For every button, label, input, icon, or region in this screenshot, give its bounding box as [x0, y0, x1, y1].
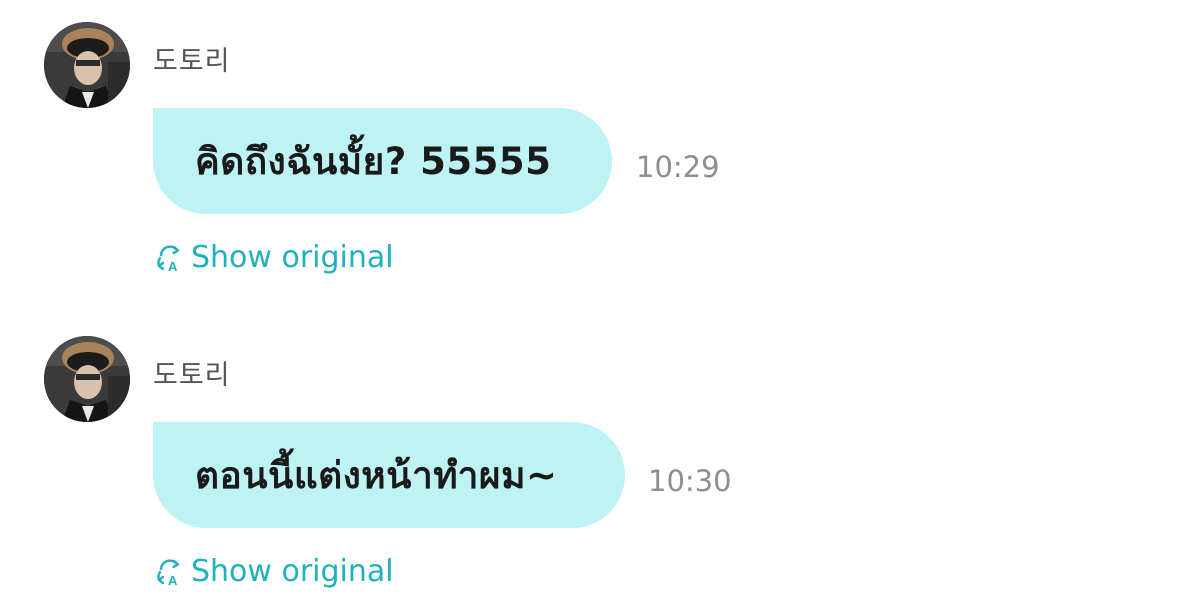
chat-message: 도토리 คิดถึงฉันมั้ย? 55555 10:29 A Show or…	[0, 0, 1200, 300]
show-original-link[interactable]: A Show original	[155, 238, 394, 278]
sender-name: 도토리	[153, 360, 231, 391]
sender-name: 도토리	[153, 46, 231, 77]
message-text: คิดถึงฉันมั้ย? 55555	[195, 139, 552, 183]
message-timestamp: 10:30	[648, 464, 732, 498]
svg-text:A: A	[168, 259, 178, 273]
avatar-photo	[44, 22, 130, 108]
show-original-label: Show original	[191, 554, 394, 589]
avatar[interactable]	[44, 336, 130, 422]
avatar-photo	[44, 336, 130, 422]
message-timestamp: 10:29	[636, 150, 720, 184]
show-original-link[interactable]: A Show original	[155, 552, 394, 592]
chat-message: 도토리 ตอนนี้แต่งหน้าทำผม~ 10:30 A Show ori…	[0, 314, 1200, 614]
message-bubble[interactable]: ตอนนี้แต่งหน้าทำผม~	[153, 422, 625, 528]
message-text: ตอนนี้แต่งหน้าทำผม~	[195, 453, 558, 497]
translate-icon: A	[157, 245, 180, 273]
avatar[interactable]	[44, 22, 130, 108]
translate-icon: A	[157, 559, 180, 587]
svg-text:A: A	[168, 573, 178, 587]
message-bubble[interactable]: คิดถึงฉันมั้ย? 55555	[153, 108, 612, 214]
show-original-label: Show original	[191, 240, 394, 275]
